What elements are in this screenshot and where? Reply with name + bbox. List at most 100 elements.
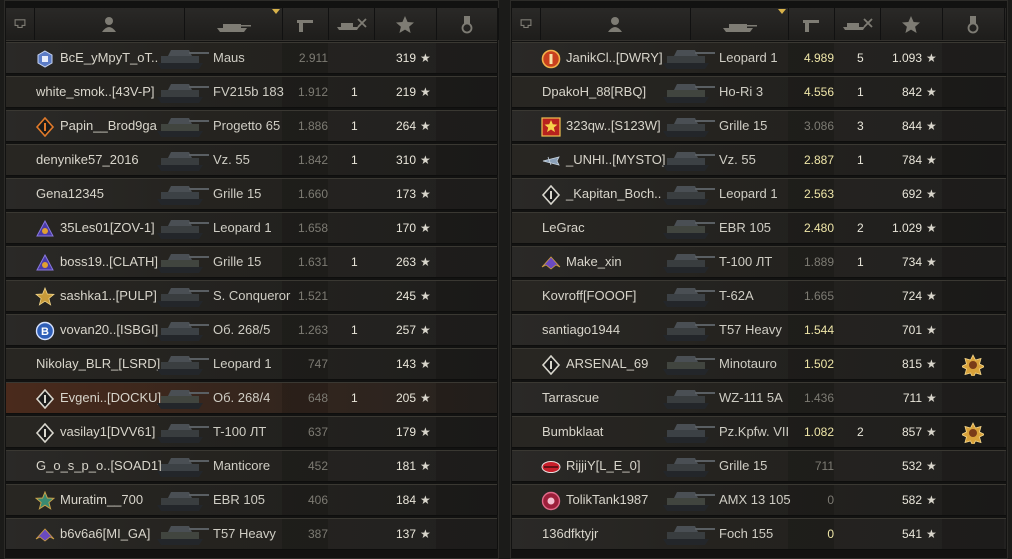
player-row[interactable]: BcE_yMpyT_oT.. Maus 2.911 319 ★: [6, 42, 498, 74]
player-name[interactable]: BcE_yMpyT_oT..: [60, 43, 158, 73]
player-name[interactable]: sashka1..[PULP]: [60, 281, 157, 311]
tank-sort-icon[interactable]: [690, 8, 789, 40]
damage-sort-icon[interactable]: [282, 8, 329, 40]
player-name[interactable]: Papin__Brod9ga: [60, 111, 157, 141]
damage-value: 1.665: [803, 289, 834, 303]
kills-sort-icon[interactable]: [328, 8, 375, 40]
player-name[interactable]: 136dfktyjr: [542, 519, 598, 549]
player-row[interactable]: G_o_s_p_o..[SOAD1] Manticore 452 181 ★: [6, 450, 498, 482]
damage-value: 1.842: [297, 153, 328, 167]
player-row[interactable]: LeGrac EBR 105 2.480 2 1.029 ★: [512, 212, 1006, 244]
player-name[interactable]: RijjiY[L_E_0]: [566, 451, 640, 481]
player-row[interactable]: Papin__Brod9ga Progetto 65 1.886 1 264 ★: [6, 110, 498, 142]
player-row[interactable]: _UNHI..[MYSTO] Vz. 55 2.887 1 784 ★: [512, 144, 1006, 176]
player-name[interactable]: Make_xin: [566, 247, 622, 277]
player-name[interactable]: Muratim__700: [60, 485, 143, 515]
medal-column-shade: [942, 519, 1004, 549]
player-name[interactable]: ARSENAL_69: [566, 349, 648, 379]
player-row[interactable]: Evgeni..[DOCKU] Об. 268/4 648 1 205 ★: [6, 382, 498, 414]
player-row[interactable]: 35Les01[ZOV-1] Leopard 1 1.658 170 ★: [6, 212, 498, 244]
player-row[interactable]: TolikTank1987 AMX 13 105 0 582 ★: [512, 484, 1006, 516]
player-row[interactable]: JanikCl..[DWRY] Leopard 1 4.989 5 1.093 ★: [512, 42, 1006, 74]
player-row[interactable]: Tarrascue WZ-111 5A 1.436 711 ★: [512, 382, 1006, 414]
player-row[interactable]: b6v6a6[MI_GA] T57 Heavy 387 137 ★: [6, 518, 498, 550]
player-row[interactable]: sashka1..[PULP] S. Conqueror 1.521 245 ★: [6, 280, 498, 312]
player-row[interactable]: RijjiY[L_E_0] Grille 15 711 532 ★: [512, 450, 1006, 482]
player-name[interactable]: boss19..[CLATH]: [60, 247, 158, 277]
tank-name: Grille 15: [719, 118, 768, 133]
clan-badge-icon: [541, 457, 561, 477]
tank-image: [657, 41, 717, 75]
player-row[interactable]: Gena12345 Grille 15 1.660 173 ★: [6, 178, 498, 210]
tank-name: Foch 155: [719, 526, 774, 541]
player-row[interactable]: santiago1944 T57 Heavy 1.544 701 ★: [512, 314, 1006, 346]
xp-sort-icon[interactable]: [880, 8, 943, 40]
xp-value: 170: [395, 221, 416, 235]
player-name[interactable]: JanikCl..[DWRY]: [566, 43, 663, 73]
xp-value: 701: [901, 323, 922, 337]
player-name[interactable]: 35Les01[ZOV-1]: [60, 213, 155, 243]
medal-sort-icon[interactable]: [942, 8, 1005, 40]
damage-sort-icon[interactable]: [788, 8, 835, 40]
tank-name: Progetto 65: [213, 118, 281, 133]
player-name[interactable]: Bumbklaat: [542, 417, 603, 447]
xp-value: 844: [901, 119, 922, 133]
player-name[interactable]: _Kapitan_Boch..: [566, 179, 661, 209]
player-name[interactable]: TolikTank1987: [566, 485, 648, 515]
table-header: [6, 8, 499, 41]
player-name[interactable]: 323qw..[S123W]: [566, 111, 661, 141]
kills-value: 3: [857, 119, 864, 133]
player-sort-icon[interactable]: [540, 8, 691, 40]
player-row[interactable]: Bumbklaat Pz.Kpfw. VII 1.082 2 857 ★: [512, 416, 1006, 448]
tank-sort-icon[interactable]: [184, 8, 283, 40]
player-row[interactable]: Muratim__700 EBR 105 406 184 ★: [6, 484, 498, 516]
player-row[interactable]: 136dfktyjr Foch 155 0 541 ★: [512, 518, 1006, 550]
player-row[interactable]: denynike57_2016 Vz. 55 1.842 1 310 ★: [6, 144, 498, 176]
player-row[interactable]: vasilay1[DVV61] T-100 ЛТ 637 179 ★: [6, 416, 498, 448]
medal-column-shade: [436, 145, 498, 175]
xp-star-icon: ★: [926, 527, 937, 541]
player-name[interactable]: LeGrac: [542, 213, 585, 243]
player-name[interactable]: denynike57_2016: [36, 145, 139, 175]
player-name[interactable]: Kovroff[FOOOF]: [542, 281, 636, 311]
vehicle-type-sort-icon[interactable]: [512, 8, 541, 40]
player-row[interactable]: _Kapitan_Boch.. Leopard 1 2.563 692 ★: [512, 178, 1006, 210]
tank-image: [657, 381, 717, 415]
player-name[interactable]: DpakoH_88[RBQ]: [542, 77, 646, 107]
player-name[interactable]: white_smok..[43V-P]: [36, 77, 155, 107]
xp-value: 257: [395, 323, 416, 337]
xp-star-icon: ★: [420, 493, 431, 507]
player-row[interactable]: Nikolay_BLR_[LSRD] Leopard 1 747 143 ★: [6, 348, 498, 380]
player-name[interactable]: Nikolay_BLR_[LSRD]: [36, 349, 160, 379]
medal-column-shade: [942, 77, 1004, 107]
kills-sort-icon[interactable]: [834, 8, 881, 40]
achievement-medal-icon[interactable]: [960, 422, 986, 447]
player-row[interactable]: Bvovan20..[ISBGI] Об. 268/5 1.263 1 257 ★: [6, 314, 498, 346]
player-name[interactable]: G_o_s_p_o..[SOAD1]: [36, 451, 162, 481]
xp-star-icon: ★: [926, 391, 937, 405]
player-row[interactable]: Make_xin T-100 ЛТ 1.889 1 734 ★: [512, 246, 1006, 278]
player-name[interactable]: vasilay1[DVV61]: [60, 417, 155, 447]
tank-image: [151, 245, 211, 279]
damage-value: 711: [814, 459, 834, 473]
player-name[interactable]: Evgeni..[DOCKU]: [60, 383, 161, 413]
player-name[interactable]: santiago1944: [542, 315, 620, 345]
damage-value: 1.436: [803, 391, 834, 405]
player-row[interactable]: white_smok..[43V-P] FV215b 183 1.912 1 219 ★: [6, 76, 498, 108]
player-row[interactable]: Kovroff[FOOOF] T-62A 1.665 724 ★: [512, 280, 1006, 312]
player-row[interactable]: boss19..[CLATH] Grille 15 1.631 1 263 ★: [6, 245, 498, 279]
player-row[interactable]: ARSENAL_69 Minotauro 1.502 815 ★: [512, 348, 1006, 380]
vehicle-type-sort-icon[interactable]: [6, 8, 35, 40]
player-sort-icon[interactable]: [34, 8, 185, 40]
player-row[interactable]: DpakoH_88[RBQ] Ho-Ri 3 4.556 1 842 ★: [512, 76, 1006, 108]
player-name[interactable]: vovan20..[ISBGI]: [60, 315, 158, 345]
achievement-medal-icon[interactable]: [960, 354, 986, 379]
damage-value: 1.889: [803, 255, 834, 269]
player-row[interactable]: 323qw..[S123W] Grille 15 3.086 3 844 ★: [512, 110, 1006, 142]
player-name[interactable]: Tarrascue: [542, 383, 599, 413]
player-name[interactable]: b6v6a6[MI_GA]: [60, 519, 150, 549]
player-name[interactable]: _UNHI..[MYSTO]: [566, 145, 665, 175]
xp-sort-icon[interactable]: [374, 8, 437, 40]
player-name[interactable]: Gena12345: [36, 179, 104, 209]
medal-sort-icon[interactable]: [436, 8, 499, 40]
